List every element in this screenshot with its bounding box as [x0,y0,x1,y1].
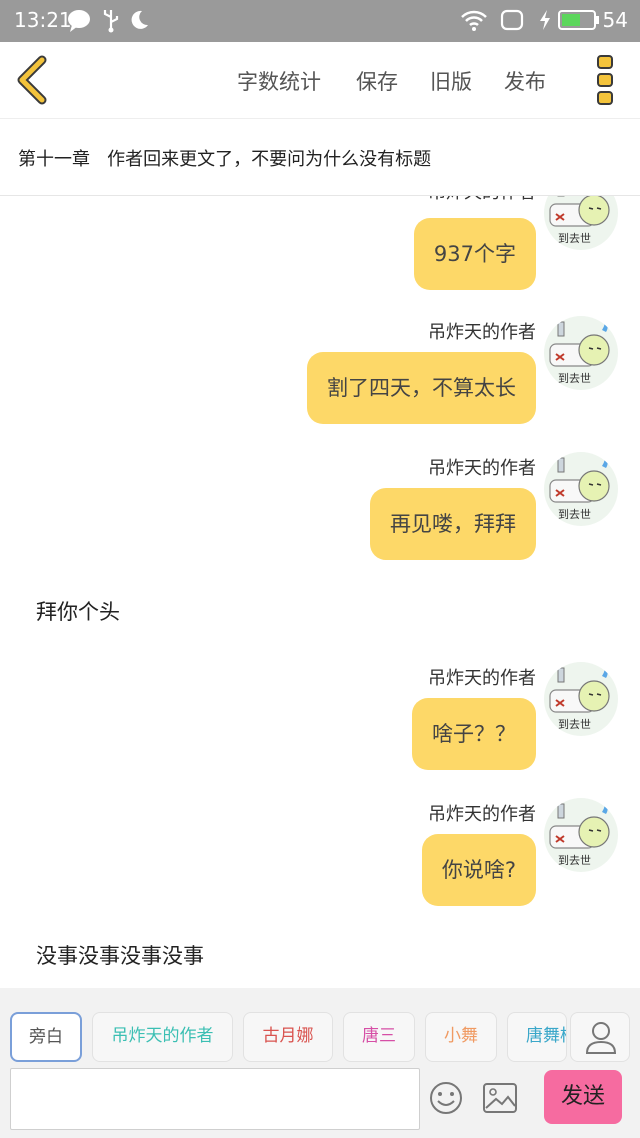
sender-name: 吊炸天的作者 [428,322,536,343]
image-icon [483,1083,517,1113]
chapter-title[interactable]: 第十一章 作者回来更文了，不要问为什么没有标题 [18,145,431,171]
usb-icon [103,10,119,33]
more-menu-button[interactable] [588,52,622,108]
avatar-caption: 到去世 [558,854,591,867]
moon-icon [131,10,148,29]
emoji-button[interactable] [428,1080,464,1116]
message-bubble[interactable]: 啥子？？ [412,698,536,770]
sender-name: 吊炸天的作者 [428,196,536,204]
avatar[interactable]: 到去世 [544,316,618,390]
meme-avatar-icon: 到去世 [549,196,610,245]
status-time: 13:21 [14,8,72,32]
character-chip-author[interactable]: 吊炸天的作者 [92,1012,233,1062]
meme-avatar-icon: 到去世 [549,802,610,867]
rounded-square-icon [500,9,524,31]
avatar[interactable]: 到去世 [544,798,618,872]
input-bar: 发送 [0,1066,640,1138]
battery-level: 54 [602,8,628,32]
smiley-icon [430,1082,462,1114]
narration-text[interactable]: 拜你个头 [36,596,120,626]
avatar[interactable]: 到去世 [544,662,618,736]
sender-name: 吊炸天的作者 [428,668,536,689]
old-version-button[interactable]: 旧版 [430,66,472,96]
character-selector: 旁白 吊炸天的作者 古月娜 唐三 小舞 唐舞桐 [0,988,640,1066]
character-chip-xiaowu[interactable]: 小舞 [425,1012,497,1062]
avatar[interactable]: 到去世 [544,452,618,526]
chat-bubble-icon [68,10,90,32]
character-chip-narrator[interactable]: 旁白 [10,1012,82,1062]
sender-name: 吊炸天的作者 [428,804,536,825]
back-button[interactable] [12,54,56,106]
character-manage-button[interactable] [570,1012,630,1062]
status-bar: 13:21 54 [0,0,640,42]
avatar-caption: 到去世 [558,372,591,385]
message-input[interactable] [10,1068,420,1130]
chapter-header: 第十一章 作者回来更文了，不要问为什么没有标题 [0,118,640,196]
character-chip-tangwutong[interactable]: 唐舞桐 [507,1012,567,1062]
meme-avatar-icon: 到去世 [549,456,610,521]
avatar[interactable]: 到去世 [544,196,618,250]
message-bubble[interactable]: 割了四天，不算太长 [307,352,536,424]
person-icon [585,1022,617,1054]
image-button[interactable] [482,1082,518,1114]
wifi-icon [461,10,487,31]
vertical-dots-menu-icon [597,55,613,105]
publish-button[interactable]: 发布 [504,66,546,96]
sender-name: 吊炸天的作者 [428,458,536,479]
flash-icon [540,10,550,30]
avatar-caption: 到去世 [558,508,591,521]
character-chip-tangsan[interactable]: 唐三 [343,1012,415,1062]
save-button[interactable]: 保存 [356,66,398,96]
avatar-caption: 到去世 [558,232,591,245]
word-count-button[interactable]: 字数统计 [237,66,321,96]
meme-avatar-icon: 到去世 [549,320,610,385]
character-chip-guyuena[interactable]: 古月娜 [243,1012,333,1062]
editor-toolbar: 字数统计 保存 旧版 发布 [0,42,640,118]
message-bubble[interactable]: 937个字 [413,218,536,290]
chevron-left-icon [17,55,47,105]
avatar-caption: 到去世 [558,718,591,731]
battery-icon [558,10,599,30]
chat-area[interactable]: 吊炸天的作者 937个字 到去世 吊炸天的作者 割了四天，不算太长 [0,196,640,988]
send-button[interactable]: 发送 [544,1070,622,1124]
meme-avatar-icon: 到去世 [549,666,610,731]
message-bubble[interactable]: 再见喽，拜拜 [370,488,536,560]
narration-text[interactable]: 没事没事没事没事 [36,940,204,970]
message-bubble[interactable]: 你说啥? [421,834,536,906]
